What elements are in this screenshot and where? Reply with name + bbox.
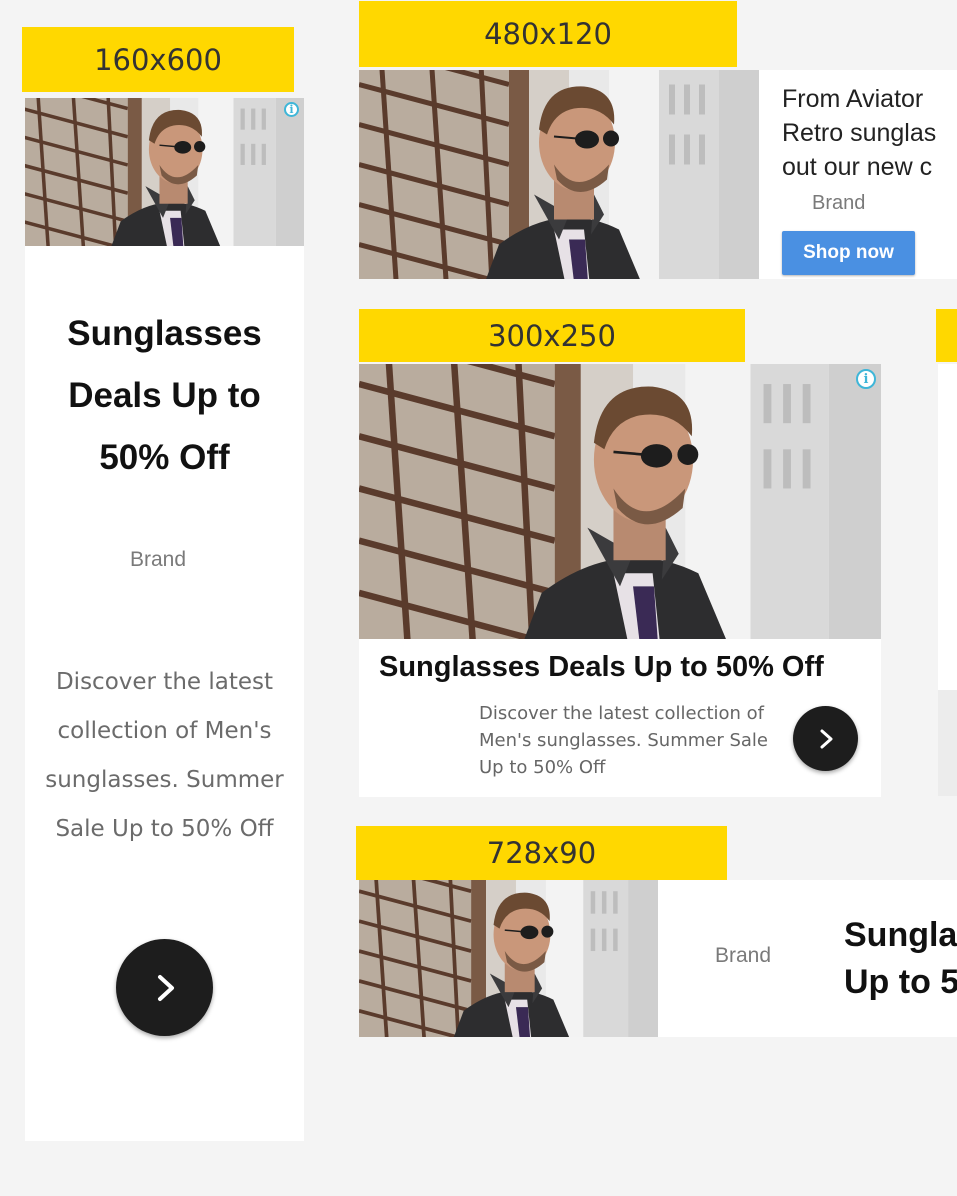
size-label-160x600: 160x600 bbox=[22, 27, 294, 92]
ad-image[interactable] bbox=[359, 364, 881, 639]
ad-text: From Aviator Retro sunglas out our new c bbox=[782, 82, 957, 184]
info-icon[interactable]: i bbox=[284, 102, 299, 117]
ad-headline[interactable]: Sungla Up to 5 bbox=[844, 912, 957, 1006]
size-label-728x90: 728x90 bbox=[356, 826, 727, 880]
chevron-right-icon bbox=[157, 974, 174, 1001]
info-icon[interactable]: i bbox=[856, 369, 876, 389]
ad-image[interactable] bbox=[25, 98, 304, 246]
ad-partial-right[interactable] bbox=[938, 364, 957, 796]
size-label-480x120: 480x120 bbox=[359, 1, 737, 67]
ad-brand: Brand bbox=[715, 944, 772, 967]
size-label-300x250: 300x250 bbox=[359, 309, 745, 362]
shop-now-button[interactable]: Shop now bbox=[782, 231, 915, 275]
ad-headline[interactable]: Sunglasses Deals Up to 50% Off bbox=[45, 303, 284, 489]
ad-headline[interactable]: Sunglasses Deals Up to 50% Off bbox=[379, 651, 824, 684]
cta-arrow-button[interactable] bbox=[116, 939, 213, 1036]
ad-text-line: out our new c bbox=[782, 153, 933, 181]
ad-partial-footer bbox=[938, 690, 957, 796]
cta-arrow-button[interactable] bbox=[793, 706, 858, 771]
ad-description: Discover the latest collection of Men's … bbox=[479, 703, 768, 778]
ad-rectangle[interactable]: i Sunglasses Deals Up to 50% Off Discove… bbox=[359, 364, 881, 797]
ad-brand: Brand bbox=[812, 192, 866, 214]
ad-image[interactable] bbox=[359, 70, 759, 279]
chevron-right-icon bbox=[820, 729, 832, 748]
ad-skyscraper[interactable]: i Sunglasses Deals Up to 50% Off Brand D… bbox=[25, 98, 304, 1141]
ad-text-line: Retro sunglas bbox=[782, 119, 937, 147]
ad-banner[interactable]: From Aviator Retro sunglas out our new c… bbox=[359, 70, 957, 279]
ad-description: Discover the latest collection of Men's … bbox=[45, 669, 284, 842]
ad-brand: Brand bbox=[129, 548, 187, 571]
ad-headline-line: Sungla bbox=[844, 916, 957, 954]
ad-image[interactable] bbox=[359, 880, 658, 1037]
ad-headline-line: Up to 5 bbox=[844, 963, 957, 1001]
size-label-partial bbox=[936, 309, 957, 362]
ad-text-line: From Aviator bbox=[782, 85, 924, 113]
ad-leaderboard[interactable]: Brand Sungla Up to 5 bbox=[359, 880, 957, 1037]
